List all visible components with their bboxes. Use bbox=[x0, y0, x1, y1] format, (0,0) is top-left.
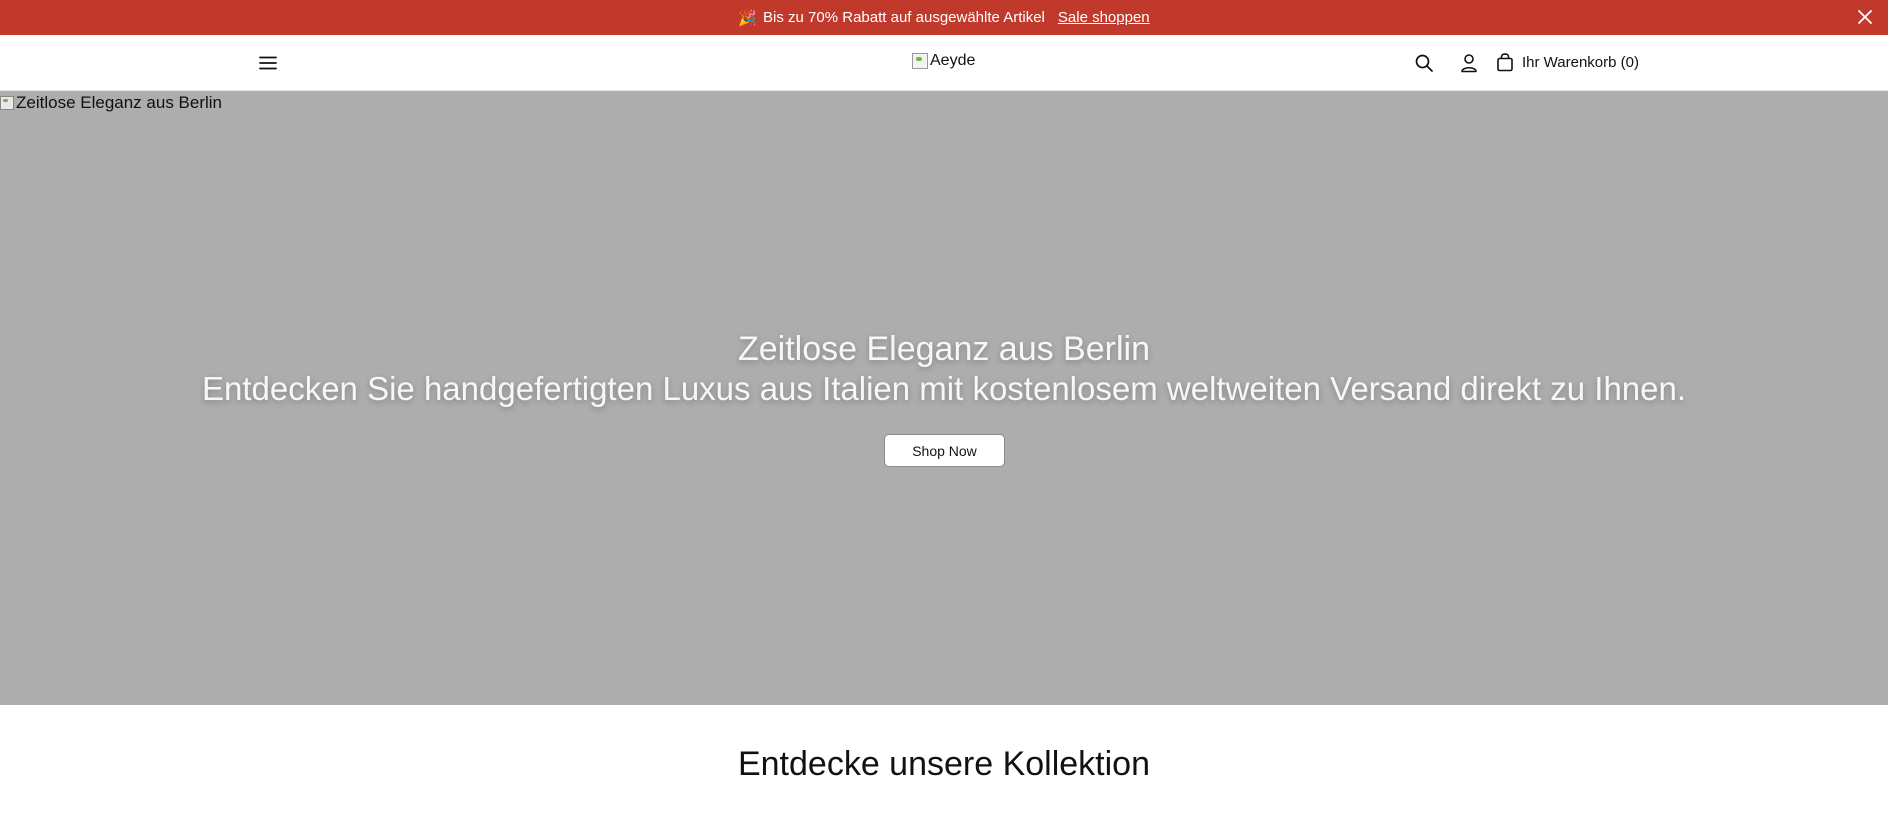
shop-now-button[interactable]: Shop Now bbox=[884, 434, 1005, 467]
party-popper-icon: 🎉 bbox=[738, 8, 758, 27]
announcement-text: Bis zu 70% Rabatt auf ausgewählte Artike… bbox=[763, 9, 1045, 26]
search-icon[interactable] bbox=[1414, 53, 1434, 73]
broken-image-icon bbox=[0, 96, 14, 110]
logo-alt-text: Aeyde bbox=[930, 52, 976, 69]
collection-heading: Entdecke unsere Kollektion bbox=[737, 745, 1151, 783]
hamburger-menu-icon[interactable] bbox=[258, 53, 278, 73]
site-header: Aeyde Ihr Warenkorb (0) bbox=[0, 35, 1888, 91]
hero-banner: Zeitlose Eleganz aus Berlin Zeitlose Ele… bbox=[0, 91, 1888, 705]
announcement-message: 🎉 Bis zu 70% Rabatt auf ausgewählte Arti… bbox=[738, 9, 1149, 27]
cart-label: Ihr Warenkorb (0) bbox=[1522, 53, 1639, 71]
hero-image-alt-text: Zeitlose Eleganz aus Berlin bbox=[16, 93, 223, 112]
shopping-bag-icon bbox=[1497, 53, 1513, 72]
hero-image: Zeitlose Eleganz aus Berlin bbox=[0, 93, 222, 113]
logo[interactable]: Aeyde bbox=[912, 50, 975, 72]
broken-image-icon bbox=[912, 53, 928, 69]
close-icon[interactable] bbox=[1856, 8, 1874, 26]
sale-link[interactable]: Sale shoppen bbox=[1058, 9, 1150, 26]
hero-subtitle: Entdecken Sie handgefertigten Luxus aus … bbox=[201, 370, 1687, 407]
cart-button[interactable]: Ihr Warenkorb (0) bbox=[1496, 52, 1639, 72]
account-icon[interactable] bbox=[1459, 53, 1479, 73]
announcement-bar: 🎉 Bis zu 70% Rabatt auf ausgewählte Arti… bbox=[0, 0, 1888, 35]
hero-title: Zeitlose Eleganz aus Berlin bbox=[737, 330, 1150, 368]
